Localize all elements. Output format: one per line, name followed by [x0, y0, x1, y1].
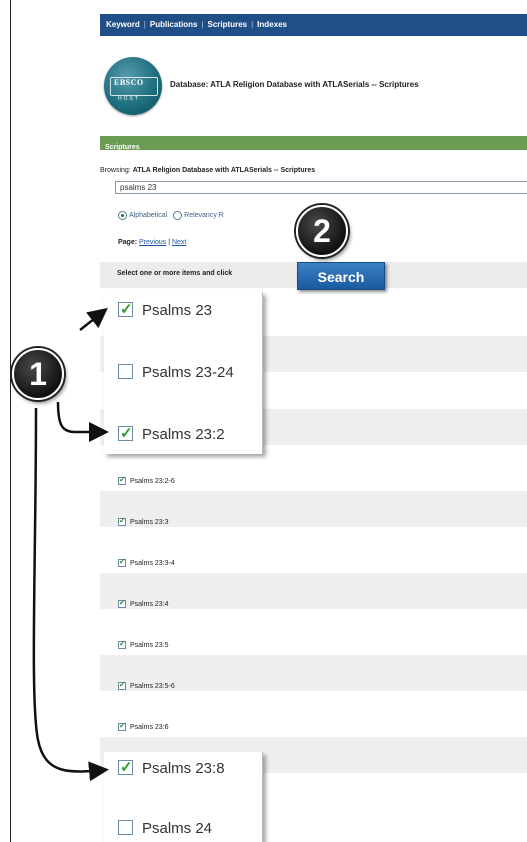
arrow-to-psalms-23	[79, 307, 108, 331]
arrow-to-psalms-23-8	[32, 407, 109, 782]
arrow-to-psalms-23-2	[56, 401, 109, 442]
callout-step-1: 1	[12, 348, 64, 400]
callout-arrows	[32, 307, 109, 782]
callout-step-2: 2	[296, 205, 348, 257]
